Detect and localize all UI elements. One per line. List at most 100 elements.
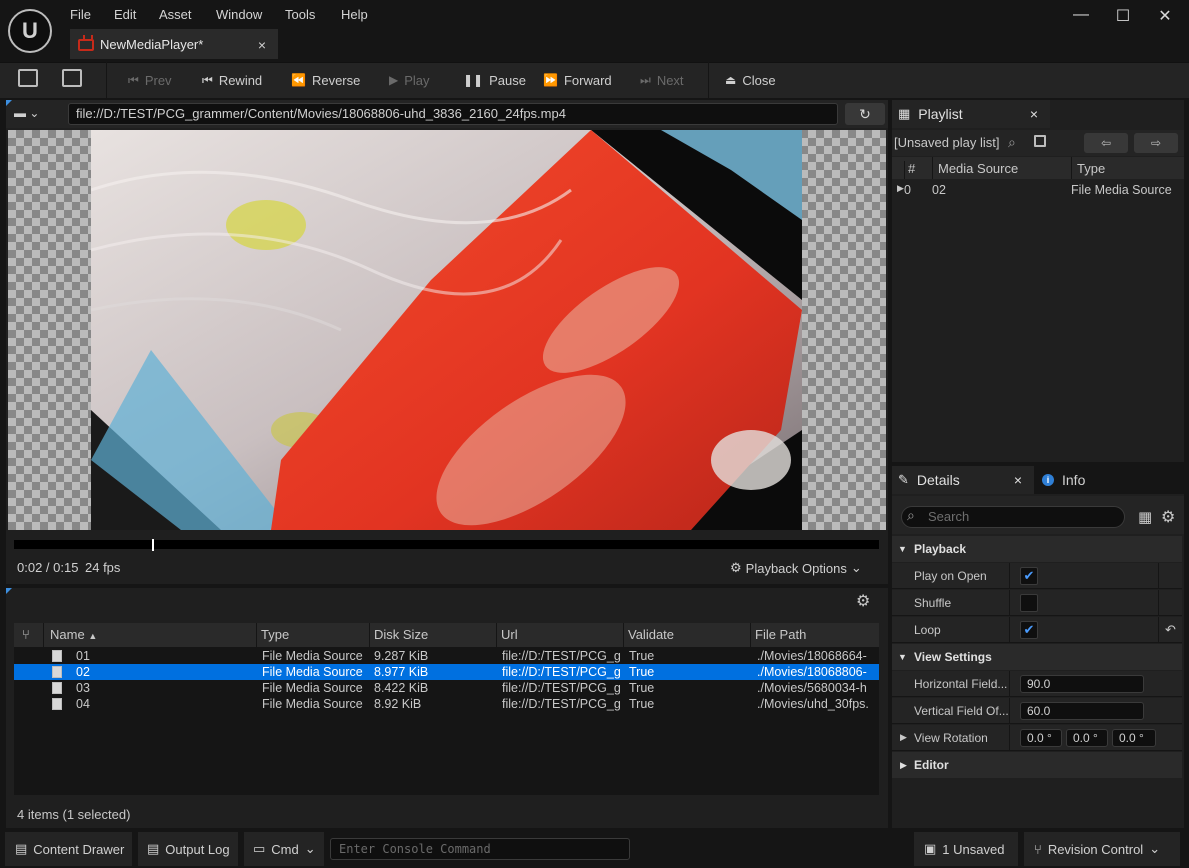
column-type[interactable]: Type bbox=[261, 627, 289, 642]
timeline-scrubber[interactable] bbox=[14, 540, 879, 549]
revision-control-button[interactable]: ⑂ Revision Control ⌄ bbox=[1024, 832, 1180, 866]
unsaved-button[interactable]: ▣ 1 Unsaved bbox=[914, 832, 1018, 866]
menu-help[interactable]: Help bbox=[341, 7, 368, 23]
previous-item-button[interactable]: ⇦ bbox=[1084, 133, 1128, 153]
cell-path: ./Movies/5680034-h bbox=[757, 681, 867, 695]
menu-file[interactable]: File bbox=[70, 7, 91, 23]
cell-name: 03 bbox=[76, 681, 90, 695]
terminal-icon: ▭ bbox=[253, 841, 266, 856]
forward-button[interactable]: ⏩ Forward bbox=[543, 70, 612, 90]
horizontal-fov-input[interactable]: 90.0 bbox=[1020, 675, 1144, 693]
save-playlist-icon[interactable] bbox=[1034, 135, 1046, 147]
view-rotation-row: ▶ View Rotation 0.0 ° 0.0 ° 0.0 ° bbox=[892, 725, 1182, 751]
playlist-row[interactable]: ▶ 0 02 File Media Source bbox=[892, 182, 1182, 199]
loop-row: Loop ✔ ↶ bbox=[892, 617, 1182, 643]
settings-gear-icon[interactable]: ⚙ bbox=[1161, 507, 1175, 527]
chevron-down-icon: ⌄ bbox=[1149, 841, 1161, 856]
vertical-fov-row: Vertical Field Of... 60.0 bbox=[892, 698, 1182, 724]
maximize-button[interactable]: ☐ bbox=[1113, 6, 1133, 25]
column-divider bbox=[43, 623, 44, 647]
output-log-icon: ▤ bbox=[147, 841, 160, 856]
menu-window[interactable]: Window bbox=[216, 7, 262, 23]
reset-to-default-icon[interactable]: ↶ bbox=[1165, 622, 1176, 638]
vertical-fov-input[interactable]: 60.0 bbox=[1020, 702, 1144, 720]
play-on-open-checkbox[interactable]: ✔ bbox=[1020, 567, 1038, 585]
column-url[interactable]: Url bbox=[501, 627, 518, 642]
toolbar-separator bbox=[106, 62, 107, 98]
browse-asset-icon[interactable] bbox=[62, 69, 82, 87]
rotation-x-input[interactable]: 0.0 ° bbox=[1020, 729, 1062, 747]
close-playlist-icon[interactable]: × bbox=[1030, 106, 1038, 122]
playlist-tab[interactable]: ▦ Playlist × bbox=[892, 100, 1050, 128]
menu-edit[interactable]: Edit bbox=[114, 7, 136, 23]
table-row[interactable]: 03 File Media Source 8.422 KiB file://D:/TE… bbox=[14, 680, 879, 696]
cell-url: file://D:/TEST/PCG_g bbox=[502, 681, 620, 695]
next-label: Next bbox=[656, 72, 684, 88]
menu-tools[interactable]: Tools bbox=[285, 7, 315, 23]
play-on-open-label: Play on Open bbox=[914, 569, 987, 583]
reverse-button[interactable]: ⏪ Reverse bbox=[291, 70, 360, 90]
document-tab-label: NewMediaPlayer* bbox=[100, 37, 204, 52]
pause-icon: ❚❚ bbox=[463, 73, 484, 87]
play-button[interactable]: ▶ Play bbox=[389, 70, 430, 90]
save-icon[interactable] bbox=[18, 69, 38, 87]
next-button[interactable]: ⏭ Next bbox=[640, 70, 684, 90]
document-tab[interactable]: NewMediaPlayer* × bbox=[70, 29, 278, 59]
media-url-field[interactable]: file://D:/TEST/PCG_grammer/Content/Movie… bbox=[68, 103, 838, 125]
table-row[interactable]: 04 File Media Source 8.92 KiB file://D:/TES… bbox=[14, 696, 879, 712]
search-icon[interactable]: ⌕ bbox=[1008, 134, 1016, 151]
rewind-button[interactable]: ⏮ Rewind bbox=[202, 70, 262, 90]
column-divider bbox=[750, 623, 751, 647]
settings-gear-icon[interactable]: ⚙ bbox=[856, 591, 870, 611]
cmd-button[interactable]: ▭ Cmd ⌄ bbox=[244, 832, 324, 866]
console-command-input[interactable]: Enter Console Command bbox=[330, 838, 630, 860]
close-window-button[interactable]: ✕ bbox=[1155, 6, 1175, 25]
cell-name: 02 bbox=[76, 665, 90, 679]
playback-options-button[interactable]: ⚙ Playback Options ⌄ bbox=[730, 560, 862, 576]
content-drawer-button[interactable]: ▤ Content Drawer bbox=[5, 832, 132, 866]
editor-section[interactable]: ▶ Editor bbox=[892, 752, 1182, 778]
menu-asset[interactable]: Asset bbox=[159, 7, 192, 23]
table-row[interactable]: 01 File Media Source 9.287 KiB file://D:/TE… bbox=[14, 648, 879, 664]
pause-button[interactable]: ❚❚ Pause bbox=[463, 70, 526, 90]
folder-icon[interactable]: ▬ ⌄ bbox=[14, 106, 39, 120]
close-media-button[interactable]: ⏏ Close bbox=[725, 70, 776, 90]
table-row[interactable]: 02 File Media Source 8.977 KiB file://D:/TE… bbox=[14, 664, 879, 680]
playback-section[interactable]: ▼ Playback bbox=[892, 536, 1182, 562]
column-name[interactable]: Name ▲ bbox=[50, 627, 97, 642]
minimize-button[interactable]: — bbox=[1071, 6, 1091, 24]
forward-label: Forward bbox=[563, 72, 612, 88]
cell-path: ./Movies/18068806- bbox=[757, 665, 867, 679]
source-control-icon[interactable]: ⑂ bbox=[22, 627, 30, 642]
close-details-icon[interactable]: × bbox=[1014, 472, 1022, 488]
cell-validate: True bbox=[629, 681, 655, 695]
table-view-icon[interactable]: ▦ bbox=[1138, 508, 1152, 526]
info-tab[interactable]: i Info bbox=[1042, 472, 1085, 488]
column-disk-size[interactable]: Disk Size bbox=[374, 627, 428, 642]
loop-checkbox[interactable]: ✔ bbox=[1020, 621, 1038, 639]
reload-icon[interactable]: ↻ bbox=[845, 103, 885, 125]
playlist-icon: ▦ bbox=[898, 106, 911, 121]
view-settings-section[interactable]: ▼ View Settings bbox=[892, 644, 1182, 670]
view-rotation-label: View Rotation bbox=[914, 731, 988, 745]
rotation-z-input[interactable]: 0.0 ° bbox=[1112, 729, 1156, 747]
column-validate[interactable]: Validate bbox=[628, 627, 674, 642]
playlist-column-type[interactable]: Type bbox=[1077, 161, 1105, 176]
file-icon bbox=[52, 682, 62, 694]
close-tab-icon[interactable]: × bbox=[258, 31, 266, 59]
column-file-path[interactable]: File Path bbox=[755, 627, 806, 642]
details-tab[interactable]: ✎ Details × bbox=[892, 466, 1034, 494]
playhead[interactable] bbox=[152, 539, 155, 551]
rotation-y-input[interactable]: 0.0 ° bbox=[1066, 729, 1108, 747]
playlist-name: [Unsaved play list] bbox=[894, 135, 1000, 150]
rewind-label: Rewind bbox=[218, 72, 263, 88]
prev-button[interactable]: ⏮ Prev bbox=[128, 70, 172, 90]
shuffle-checkbox[interactable] bbox=[1020, 594, 1038, 612]
playlist-column-source[interactable]: Media Source bbox=[938, 161, 1018, 176]
details-search-input[interactable]: Search bbox=[901, 506, 1125, 528]
cmd-label: Cmd bbox=[271, 841, 299, 857]
next-item-button[interactable]: ⇨ bbox=[1134, 133, 1178, 153]
unreal-logo-icon[interactable]: U bbox=[8, 9, 52, 53]
playlist-column-index[interactable]: # bbox=[908, 161, 915, 176]
output-log-button[interactable]: ▤ Output Log bbox=[138, 832, 238, 866]
